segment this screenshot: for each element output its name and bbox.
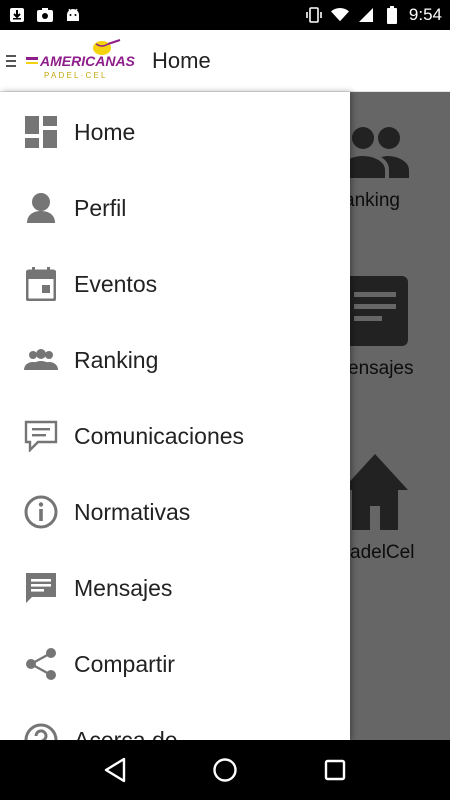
- drawer-item-label: Home: [74, 118, 136, 145]
- navigation-drawer: Home Perfil Eventos Ranking Comunicacion…: [0, 92, 350, 740]
- drawer-item-label: Perfil: [74, 194, 127, 221]
- photo-icon: [36, 6, 54, 24]
- drawer-item-label: Eventos: [74, 270, 158, 297]
- recents-icon[interactable]: [315, 750, 355, 790]
- drawer-item-compartir[interactable]: Compartir: [0, 626, 350, 702]
- svg-text:PADEL·CEL: PADEL·CEL: [44, 71, 108, 80]
- page-title: Home: [152, 47, 211, 73]
- drawer-item-label: Ranking: [74, 346, 159, 373]
- signal-icon: [357, 6, 375, 24]
- back-icon[interactable]: [95, 750, 135, 790]
- drawer-item-label: Mensajes: [74, 574, 173, 601]
- svg-text:AMERICANAS: AMERICANAS: [39, 53, 136, 69]
- drawer-item-ranking[interactable]: Ranking: [0, 322, 350, 398]
- drawer-item-label: Comunicaciones: [74, 422, 245, 449]
- drawer-item-comunicaciones[interactable]: Comunicaciones: [0, 398, 350, 474]
- person-icon: [24, 191, 58, 225]
- drawer-item-eventos[interactable]: Eventos: [0, 246, 350, 322]
- battery-icon: [383, 6, 401, 24]
- dashboard-icon: [24, 115, 58, 149]
- home-icon[interactable]: [205, 750, 245, 790]
- drawer-item-label: Acerca de: [74, 726, 178, 741]
- app-bar: AMERICANAS PADEL·CEL Home: [0, 30, 450, 92]
- group-icon: [24, 343, 58, 377]
- drawer-item-perfil[interactable]: Perfil: [0, 170, 350, 246]
- calendar-icon: [24, 267, 58, 301]
- share-icon: [24, 647, 58, 681]
- drawer-item-label: Compartir: [74, 650, 175, 677]
- download-icon: [8, 6, 26, 24]
- drawer-item-acerca-de[interactable]: Acerca de: [0, 702, 350, 740]
- info-icon: [24, 495, 58, 529]
- drawer-item-normativas[interactable]: Normativas: [0, 474, 350, 550]
- status-bar: 9:54: [0, 0, 450, 30]
- announcement-icon: [24, 419, 58, 453]
- drawer-item-home[interactable]: Home: [0, 94, 350, 170]
- drawer-item-mensajes[interactable]: Mensajes: [0, 550, 350, 626]
- menu-icon[interactable]: [6, 54, 16, 67]
- wifi-icon: [330, 6, 349, 24]
- app-logo: AMERICANAS PADEL·CEL: [26, 38, 136, 80]
- status-time: 9:54: [408, 5, 442, 24]
- vibrate-icon: [305, 6, 323, 24]
- help-icon: [24, 723, 58, 740]
- system-nav-bar: [0, 740, 450, 800]
- drawer-item-label: Normativas: [74, 498, 191, 525]
- message-icon: [24, 571, 58, 605]
- android-icon: [64, 6, 82, 24]
